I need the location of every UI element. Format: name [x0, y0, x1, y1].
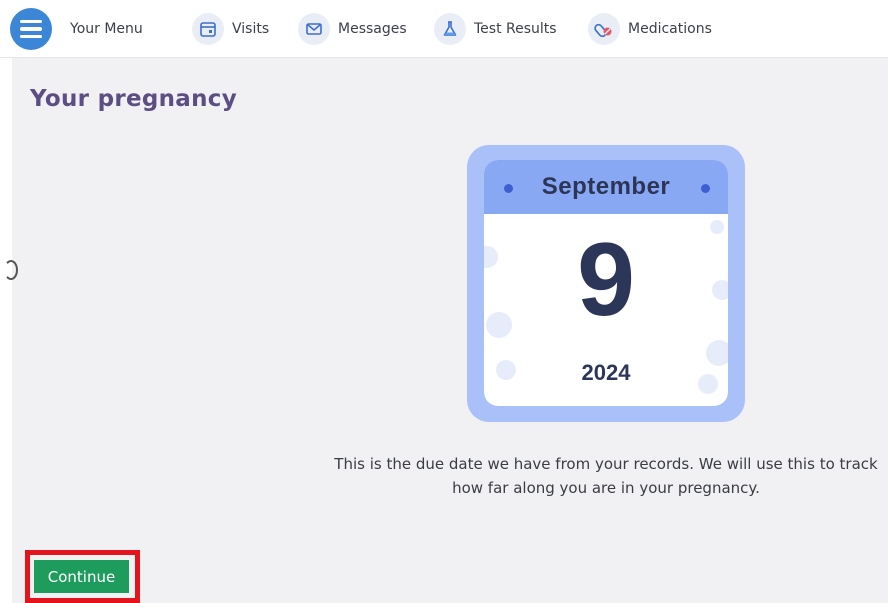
- due-date-calendar: September 9 2024: [484, 160, 728, 406]
- nav-item-medications-label[interactable]: Medications: [628, 21, 712, 37]
- hamburger-menu-icon[interactable]: [10, 8, 52, 50]
- nav-item-visits[interactable]: Visits: [192, 11, 269, 47]
- calendar-header: September: [484, 160, 728, 214]
- envelope-icon: [298, 13, 330, 45]
- top-nav-bar: Your Menu Visits Messages Test Results M…: [0, 0, 888, 58]
- calendar-ring-dot: [701, 184, 710, 193]
- calendar-icon: [192, 13, 224, 45]
- due-date-description: This is the due date we have from your r…: [334, 455, 878, 497]
- nav-item-messages-label[interactable]: Messages: [338, 21, 407, 37]
- calendar-ring-dot: [504, 184, 513, 193]
- page-title: Your pregnancy: [30, 86, 238, 112]
- nav-item-messages[interactable]: Messages: [298, 11, 407, 47]
- nav-your-menu-label[interactable]: Your Menu: [70, 21, 143, 37]
- due-date-year: 2024: [581, 360, 631, 385]
- continue-button[interactable]: Continue: [34, 560, 129, 593]
- nav-item-test-results-label[interactable]: Test Results: [474, 21, 557, 37]
- nav-your-menu[interactable]: Your Menu: [70, 11, 143, 47]
- due-date-day: 9: [577, 222, 635, 338]
- due-date-month: September: [541, 173, 671, 200]
- nav-item-medications[interactable]: Medications: [588, 11, 712, 47]
- nav-item-test-results[interactable]: Test Results: [434, 11, 557, 47]
- side-arrow-icon[interactable]: [4, 260, 18, 280]
- main-content: [12, 58, 888, 603]
- pills-icon: [588, 13, 620, 45]
- flask-icon: [434, 13, 466, 45]
- nav-item-visits-label[interactable]: Visits: [232, 21, 269, 37]
